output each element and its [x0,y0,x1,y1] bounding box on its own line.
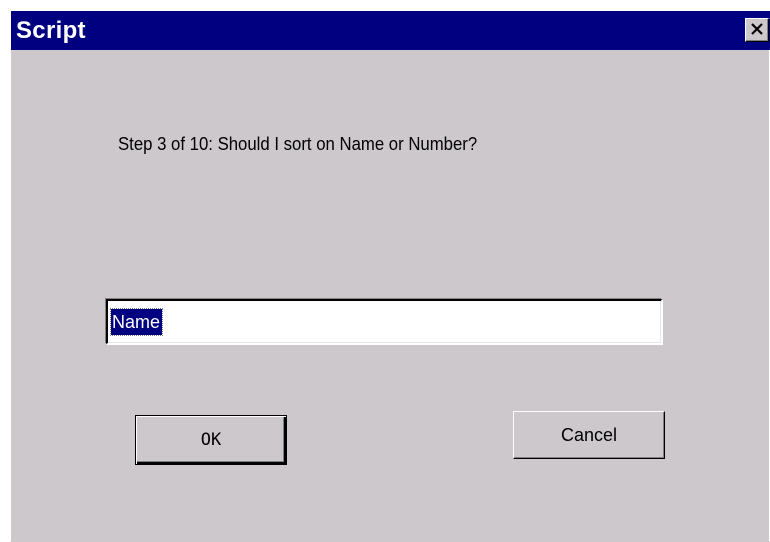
input-selected-text[interactable]: Name [109,308,164,336]
cancel-button-label: Cancel [560,425,618,445]
ok-button[interactable]: OK [135,415,287,465]
cancel-button[interactable]: Cancel [513,411,665,459]
answer-input[interactable]: Name [106,299,662,344]
script-dialog-window: Script Step 3 of 10: Should I sort on Na… [10,10,770,542]
ok-button-label: OK [200,430,222,450]
close-button[interactable] [745,18,769,42]
close-x-icon [751,23,763,35]
title-bar[interactable]: Script [11,11,770,50]
prompt-text: Step 3 of 10: Should I sort on Name or N… [118,134,478,154]
window-title: Script [16,17,86,44]
